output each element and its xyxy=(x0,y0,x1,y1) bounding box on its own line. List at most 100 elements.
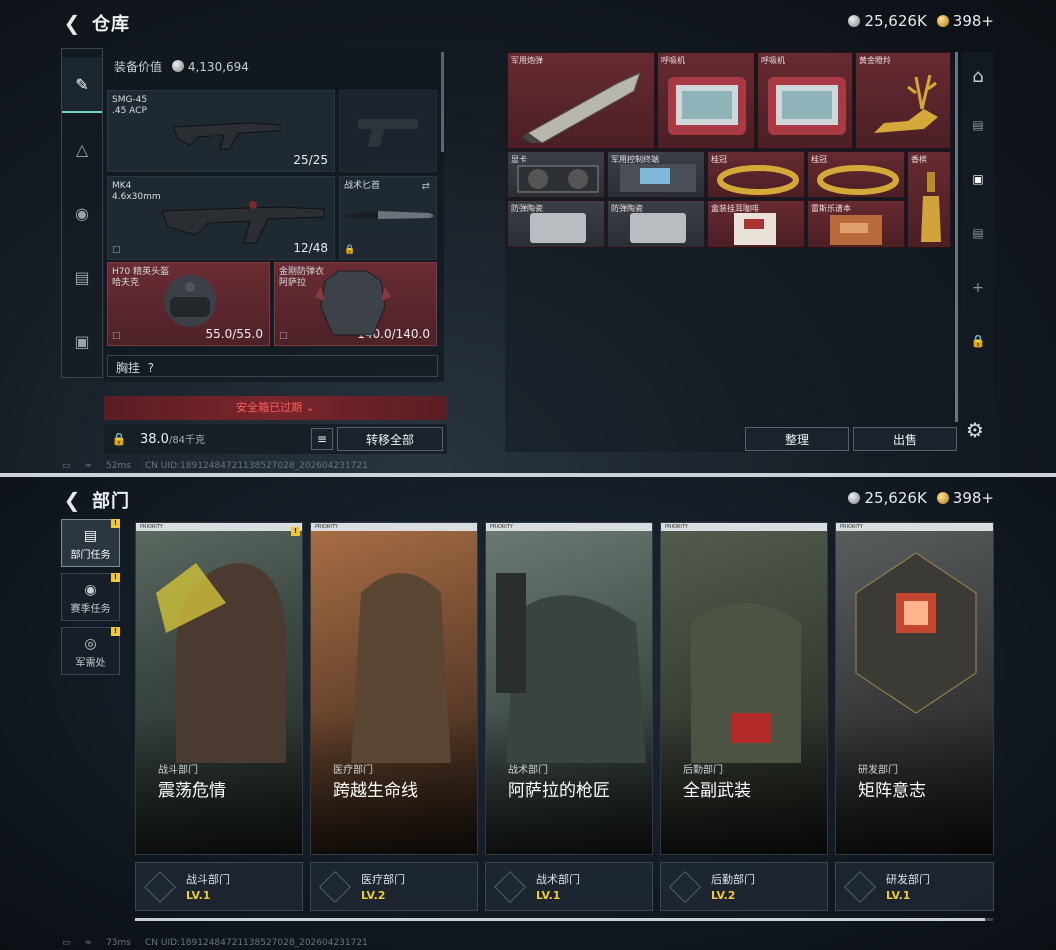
knife-slot[interactable]: 战术匕首 ⇄ 🔒 xyxy=(339,176,437,260)
card-title: 矩阵意志 xyxy=(858,781,926,801)
shell-icon xyxy=(522,72,641,143)
status-bar: ▭ ≈ 73ms CN UID:18912484721138527028_202… xyxy=(62,938,368,948)
helmet-slot[interactable]: H70 精英头盔 哈夫克 □ 55.0/55.0 xyxy=(107,262,270,346)
combat-emblem-icon xyxy=(144,871,176,903)
logistics-emblem-icon xyxy=(669,871,701,903)
transfer-all-button[interactable]: 转移全部 xyxy=(337,427,443,451)
secondary-weapon-slot[interactable]: MK4 4.6x30mm □ 12/48 xyxy=(107,176,335,260)
gold-coin-icon xyxy=(936,15,949,27)
battery-icon: ▭ xyxy=(62,461,71,471)
matrix-cube-image xyxy=(855,552,977,714)
card-header-strip: PRIORITY xyxy=(836,523,993,531)
season-icon: ◉ xyxy=(84,582,97,598)
tactical-dept-card[interactable]: PRIORITY 战术部门 阿萨拉的枪匠 xyxy=(485,522,653,855)
stash-item[interactable]: 防弹陶瓷 xyxy=(507,200,605,248)
stash-item[interactable]: 军用控制终端 xyxy=(607,151,705,198)
smg-icon xyxy=(172,122,281,155)
equip-scrollbar[interactable] xyxy=(441,52,444,152)
carry-weight: 38.0/84千克 xyxy=(140,432,206,447)
card-dept-label: 医疗部门 xyxy=(333,765,373,776)
stash-item[interactable]: 呼吸机 xyxy=(657,52,755,149)
add-tab-icon[interactable]: + xyxy=(962,280,994,296)
research-dept-card[interactable]: PRIORITY 研发部门 矩阵意志 xyxy=(835,522,994,855)
stash-item[interactable]: 香槟 xyxy=(907,151,951,248)
control-terminal-icon xyxy=(620,164,696,192)
season-tasks-tab[interactable]: ◉ 赛季任务! xyxy=(61,573,120,621)
card-title: 跨越生命线 xyxy=(333,781,418,801)
home-tab-icon[interactable]: ⌂ xyxy=(962,66,994,87)
chevron-down-icon: ⌄ xyxy=(305,401,315,414)
logistics-dept-card[interactable]: PRIORITY 后勤部门 全副武装 xyxy=(660,522,828,855)
stash-item[interactable]: 雷斯乐谱本 xyxy=(807,200,905,248)
soldier-portrait xyxy=(156,563,286,763)
stash-item[interactable]: 黄金瞪羚 xyxy=(855,52,951,149)
tactical-dept-level[interactable]: 战术部门 LV.1 xyxy=(485,862,653,911)
stash-item[interactable]: 显卡 xyxy=(507,151,605,198)
pistol-slot[interactable] xyxy=(339,90,437,172)
helmet-tab-icon[interactable]: △ xyxy=(62,129,102,169)
clipboard-icon: ▤ xyxy=(83,528,98,544)
combat-dept-level[interactable]: 战斗部门 LV.1 xyxy=(135,862,303,911)
stash-item[interactable]: 呼吸机 xyxy=(757,52,853,149)
armor-vest-icon xyxy=(315,270,391,336)
list-view-icon[interactable]: ≡ xyxy=(311,428,333,450)
music-book-icon xyxy=(830,215,882,245)
laurel-crown-icon xyxy=(817,165,899,195)
swap-icon[interactable]: ⇄ xyxy=(422,181,430,192)
stash-item[interactable]: 军用炮弹 xyxy=(507,52,655,149)
sort-button[interactable]: 整理 xyxy=(745,427,849,451)
research-emblem-icon xyxy=(844,871,876,903)
card-header-strip: PRIORITY xyxy=(486,523,652,531)
logistics-dept-level[interactable]: 后勤部门 LV.2 xyxy=(660,862,828,911)
stash-item[interactable]: 桂冠 xyxy=(707,151,805,198)
medical-dept-card[interactable]: PRIORITY 医疗部门 跨越生命线 xyxy=(310,522,478,855)
cards-scrollbar[interactable] xyxy=(135,918,993,921)
help-icon[interactable]: ? xyxy=(148,361,154,375)
armored-soldier-image xyxy=(691,603,801,763)
silver-coin-icon xyxy=(848,15,861,27)
stash-scrollbar[interactable] xyxy=(955,52,958,422)
chest-rig-slot[interactable]: 胸挂 ? xyxy=(107,355,438,377)
ventilator-icon xyxy=(668,77,746,135)
stash-item[interactable]: 桂冠 xyxy=(807,151,905,198)
stash-tab-2-icon[interactable]: ▣ xyxy=(962,172,994,186)
no-modify-icon: □ xyxy=(279,331,288,341)
alert-badge: ! xyxy=(111,573,120,582)
armor-slot[interactable]: 金刚防弹衣 阿萨拉 □ 140.0/140.0 xyxy=(274,262,437,346)
clipboard-tab-icon[interactable]: ▤ xyxy=(62,257,102,297)
backpack-tab-icon[interactable]: ◉ xyxy=(62,193,102,233)
stash-grid: 军用炮弹 呼吸机 呼吸机 黄金瞪羚 显卡 军用控制终端 桂冠 桂冠 香槟 防弹陶… xyxy=(505,52,957,452)
card-header-strip: PRIORITY xyxy=(136,523,302,531)
lock-icon[interactable]: 🔒 xyxy=(104,432,134,446)
rifle-icon xyxy=(161,201,325,244)
quartermaster-tab[interactable]: ◎ 军需处! xyxy=(61,627,120,675)
back-arrow-icon[interactable]: ❮ xyxy=(62,488,82,512)
silver-coin-icon xyxy=(171,60,184,72)
dept-tasks-tab[interactable]: ▤ 部门任务! xyxy=(61,519,120,567)
alert-badge: ! xyxy=(111,519,120,528)
toolbox-tab-icon[interactable]: ▣ xyxy=(62,321,102,361)
stash-item[interactable]: 盒装挂耳咖啡 xyxy=(707,200,805,248)
medical-dept-level[interactable]: 医疗部门 LV.2 xyxy=(310,862,478,911)
stash-item[interactable]: 防弹陶瓷 xyxy=(607,200,705,248)
no-modify-icon: □ xyxy=(112,331,121,341)
gold-currency[interactable]: 398+ xyxy=(936,12,994,30)
weapon-tab-icon[interactable]: ✎ xyxy=(62,57,102,113)
battery-icon: ▭ xyxy=(62,938,71,948)
champagne-icon xyxy=(921,172,941,242)
back-arrow-icon[interactable]: ❮ xyxy=(62,11,82,35)
page-title: 部门 xyxy=(92,491,130,512)
stash-tab-3-icon[interactable]: ▤ xyxy=(962,226,994,240)
locked-tab-icon[interactable]: 🔒 xyxy=(962,334,994,348)
primary-weapon-slot[interactable]: SMG-45 .45 ACP 25/25 xyxy=(107,90,335,172)
knife-icon xyxy=(346,211,434,219)
gold-currency[interactable]: 398+ xyxy=(936,489,994,507)
stash-tab-1-icon[interactable]: ▤ xyxy=(962,118,994,132)
research-dept-level[interactable]: 研发部门 LV.1 xyxy=(835,862,994,911)
combat-dept-card[interactable]: PRIORITY 战斗部门 震荡危情 ! xyxy=(135,522,303,855)
page-title: 仓库 xyxy=(92,14,130,35)
gear-icon[interactable]: ⚙ xyxy=(966,418,984,442)
helmet-icon xyxy=(164,275,216,327)
sell-button[interactable]: 出售 xyxy=(853,427,957,451)
safe-box-expired-banner[interactable]: 安全箱已过期 ⌄ xyxy=(104,396,447,420)
